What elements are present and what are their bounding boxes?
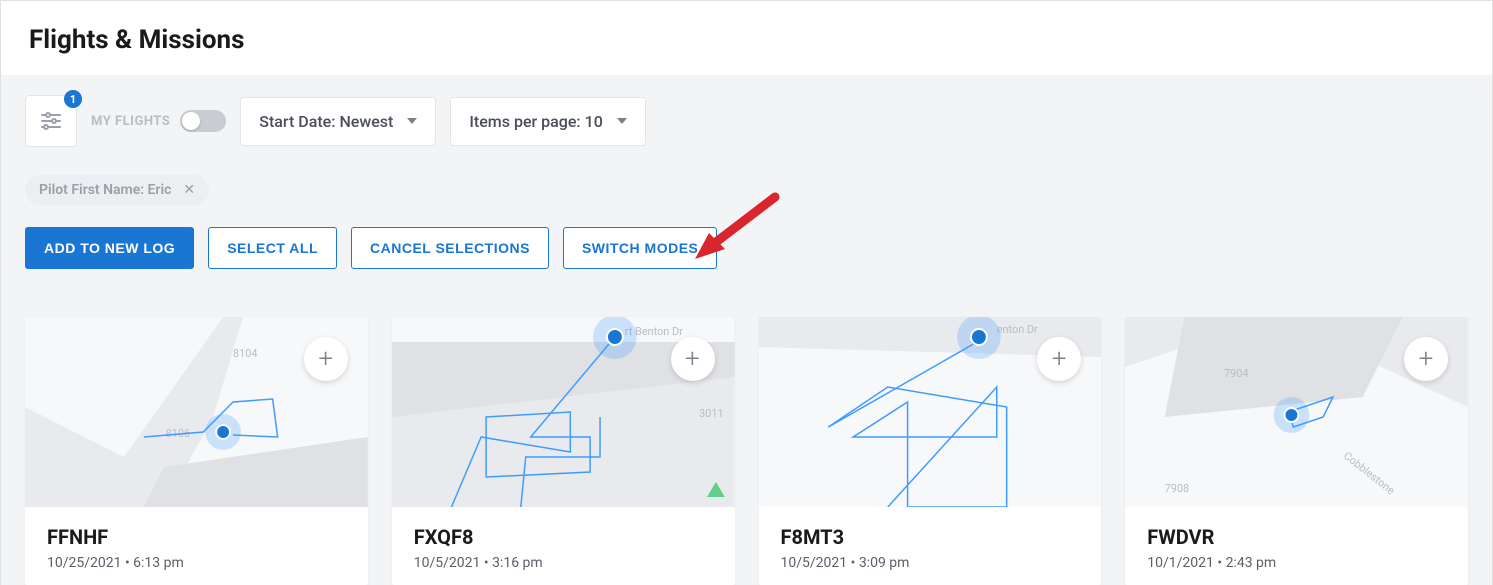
add-flight-button[interactable]: + [1404, 337, 1448, 381]
add-flight-button[interactable]: + [671, 337, 715, 381]
map-label: 8104 [233, 347, 257, 360]
add-flight-button[interactable]: + [1037, 337, 1081, 381]
add-to-new-log-button[interactable]: ADD TO NEW LOG [25, 227, 194, 269]
plus-icon: + [1052, 344, 1067, 374]
page-title: Flights & Missions [29, 25, 1464, 55]
flight-map-thumbnail: rt Benton Dr 3011 + [392, 317, 735, 507]
map-label: 7908 [1165, 482, 1189, 495]
chevron-down-icon [407, 118, 417, 124]
flight-datetime: 10/25/2021 • 6:13 pm [47, 555, 346, 571]
close-icon[interactable]: ✕ [183, 182, 195, 198]
plus-icon: + [685, 344, 700, 374]
flight-map-thumbnail: 8104 8106 + [25, 317, 368, 507]
my-flights-toggle[interactable] [180, 110, 226, 132]
flight-code: FWDVR [1147, 525, 1446, 549]
flight-code: FXQF8 [414, 525, 713, 549]
filter-chip-pilot[interactable]: Pilot First Name: Eric ✕ [25, 175, 209, 205]
add-flight-button[interactable]: + [304, 337, 348, 381]
toggle-knob [182, 112, 200, 130]
sliders-icon [39, 109, 63, 133]
sort-select[interactable]: Start Date: Newest [240, 97, 436, 146]
chevron-down-icon [617, 118, 627, 124]
switch-modes-button[interactable]: SWITCH MODES [563, 227, 717, 269]
filter-count-badge: 1 [64, 90, 82, 108]
per-page-select[interactable]: Items per page: 10 [450, 97, 645, 146]
flight-map-thumbnail: 7904 7908 Cobblestone + [1125, 317, 1468, 507]
map-label: 7904 [1224, 367, 1248, 380]
plus-icon: + [318, 344, 333, 374]
flight-datetime: 10/5/2021 • 3:09 pm [781, 555, 1080, 571]
per-page-label: Items per page: 10 [469, 112, 602, 131]
flight-card[interactable]: 7904 7908 Cobblestone + FWDVR 10/1/2021 … [1125, 317, 1468, 585]
flight-card[interactable]: rt Benton Dr 3011 + FXQF8 10/5/2021 • 3:… [392, 317, 735, 585]
map-label: enton Dr [996, 323, 1037, 336]
flight-card[interactable]: enton Dr + F8MT3 10/5/2021 • 3:09 pm [759, 317, 1102, 585]
flight-datetime: 10/5/2021 • 3:16 pm [414, 555, 713, 571]
filters-button[interactable]: 1 [25, 95, 77, 147]
cancel-selections-button[interactable]: CANCEL SELECTIONS [351, 227, 549, 269]
flight-map-thumbnail: enton Dr + [759, 317, 1102, 507]
filter-chip-label: Pilot First Name: Eric [39, 182, 171, 198]
flight-datetime: 10/1/2021 • 2:43 pm [1147, 555, 1446, 571]
plus-icon: + [1419, 344, 1434, 374]
flight-code: FFNHF [47, 525, 346, 549]
flight-card[interactable]: 8104 8106 + FFNHF 10/25/2021 • 6:13 pm [25, 317, 368, 585]
map-label: 3011 [699, 407, 723, 420]
my-flights-label: MY FLIGHTS [91, 114, 170, 129]
sort-select-label: Start Date: Newest [259, 112, 393, 131]
select-all-button[interactable]: SELECT ALL [208, 227, 337, 269]
flight-code: F8MT3 [781, 525, 1080, 549]
